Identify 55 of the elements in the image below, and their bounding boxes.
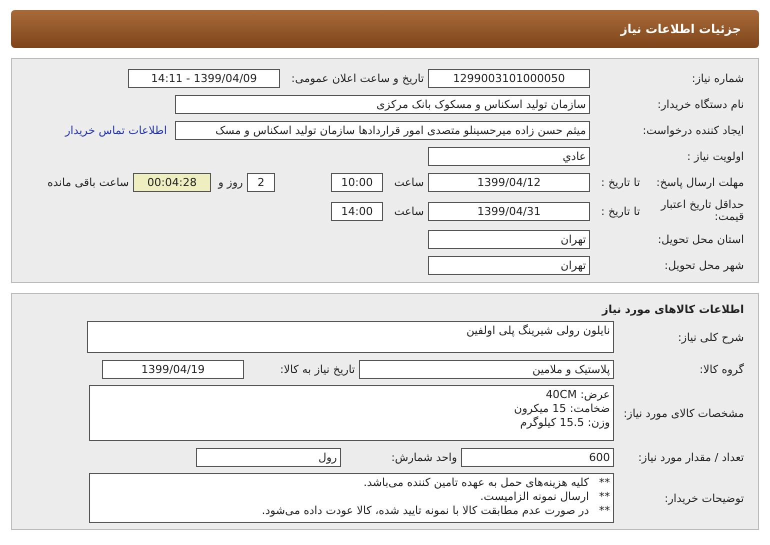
field-label: تاریخ و ساعت اعلان عمومی: xyxy=(290,72,425,85)
field-label: تاریخ نیاز به کالا: xyxy=(279,362,356,376)
field-label: توضیحات خریدار: xyxy=(664,492,744,504)
field-label: ساعت xyxy=(393,204,425,218)
field-label: شرح کلی نیاز: xyxy=(676,330,744,344)
field-label: ایجاد کننده درخواست: xyxy=(642,124,744,137)
field-label: شهر محل تحویل: xyxy=(663,259,744,272)
note-line: در صورت عدم مطابقت کالا با نمونه تایید شده، کالا عودت داده می‌شود. xyxy=(262,504,589,518)
field-label: واحد شمارش: xyxy=(390,450,458,464)
area-text: نایلون رولی شیرینگ پلی اولفین xyxy=(465,324,610,338)
text-field[interactable]: 1299003101000050 xyxy=(428,69,590,88)
text-field[interactable]: پلاستیک و ملامین xyxy=(359,360,614,378)
text-field[interactable]: رول xyxy=(196,448,341,466)
contact-link[interactable]: اطلاعات تماس خریدار xyxy=(65,124,167,137)
spec-line: وزن: 15.5 کیلوگرم xyxy=(519,416,610,430)
field-label: گروه کالا: xyxy=(698,362,744,376)
field-label: اولویت نیاز : xyxy=(686,150,744,163)
text-field[interactable]: 600 xyxy=(461,448,614,466)
section-title: اطلاعات کالاهای مورد نیاز xyxy=(600,303,744,316)
note-marker: ** xyxy=(599,476,610,490)
text-field[interactable]: 00:04:28 xyxy=(133,173,211,192)
note-marker: ** xyxy=(599,504,610,518)
field-label: مشخصات کالای مورد نیاز: xyxy=(622,406,744,420)
field-label: نام دستگاه خریدار: xyxy=(656,98,744,111)
field-label: تعداد / مقدار مورد نیاز: xyxy=(637,450,744,464)
text-area[interactable]: عرض: 40CM ضخامت: 15 میکرون وزن: 15.5 کیلوگرم xyxy=(89,385,614,441)
field-label: روز و xyxy=(216,176,244,189)
text-field[interactable]: تهران xyxy=(428,256,590,275)
field-label: ساعت xyxy=(393,176,425,189)
text-area[interactable]: ** کلیه هزینه‌های حمل به عهده تامین کننده می‌باشد. ** ارسال نمونه الزامیست. ** در صورت عدم مطابقت کالا با نمونه تایید شده، کالا عودت داده می‌شود. xyxy=(89,473,614,523)
text-field[interactable]: 10:00 xyxy=(331,173,383,192)
text-field[interactable]: 1399/04/19 xyxy=(102,360,244,378)
text-area[interactable]: نایلون رولی شیرینگ پلی اولفین xyxy=(87,321,614,353)
text-field[interactable]: 1399/04/12 xyxy=(428,173,590,192)
note-line: ارسال نمونه الزامیست. xyxy=(480,490,589,504)
field-label: حداقل تاریخ اعتبار قیمت: xyxy=(660,199,744,223)
text-field[interactable]: 1399/04/31 xyxy=(428,202,590,220)
field-label: شماره نیاز: xyxy=(690,72,744,85)
text-field[interactable]: سازمان تولید اسکناس و مسکوک بانک مرکزی xyxy=(175,95,590,114)
field-label: مهلت ارسال پاسخ: xyxy=(655,176,744,189)
text-field[interactable]: تهران xyxy=(428,230,590,249)
field-label: ساعت باقی مانده xyxy=(46,176,130,189)
text-field[interactable]: میثم حسن زاده میرحسینلو متصدی امور قراردادها سازمان تولید اسکناس و مسک xyxy=(175,121,590,140)
page-title: جزئیات اطلاعات نیاز xyxy=(620,22,741,36)
text-field[interactable]: 2 xyxy=(247,173,275,192)
spec-line: عرض: 40CM xyxy=(544,388,610,402)
text-field[interactable]: 14:00 xyxy=(331,202,383,220)
text-field[interactable]: عادي xyxy=(428,147,590,166)
field-label: استان محل تحویل: xyxy=(656,233,744,246)
note-line: کلیه هزینه‌های حمل به عهده تامین کننده می‌باشد. xyxy=(364,476,589,490)
note-marker: ** xyxy=(599,490,610,504)
text-field[interactable]: 1399/04/09 - 14:11 xyxy=(128,69,280,88)
field-label: تا تاریخ : xyxy=(600,204,641,218)
spec-line: ضخامت: 15 میکرون xyxy=(513,402,610,416)
field-label: تا تاریخ : xyxy=(600,176,641,189)
